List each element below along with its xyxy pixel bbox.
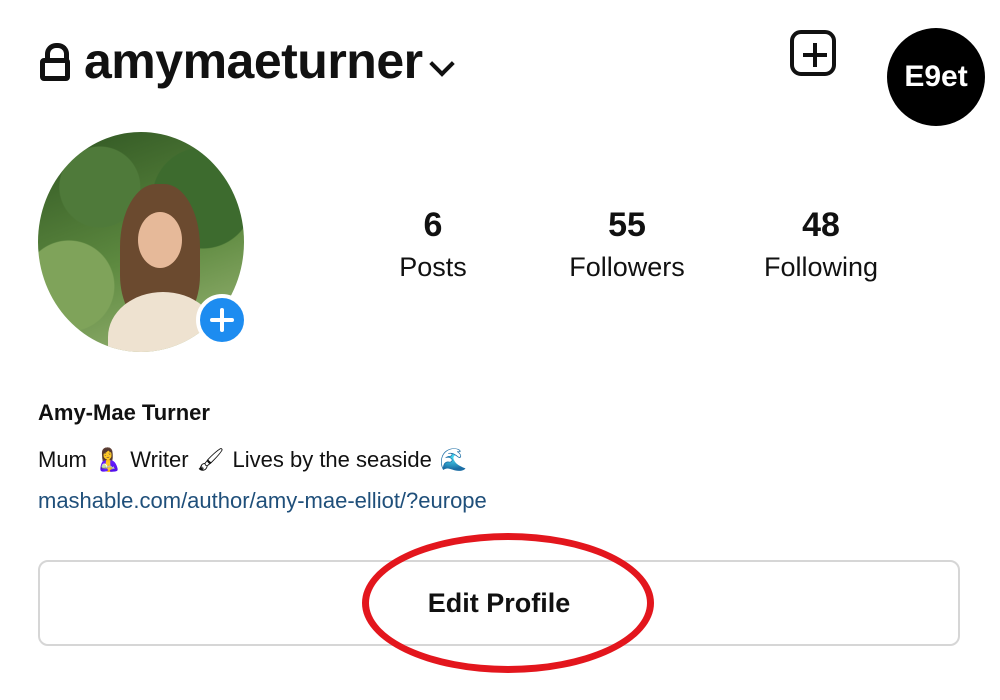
username: amymaeturner (84, 33, 423, 89)
mother-emoji-icon: 🤱 (94, 447, 123, 472)
bio-segment: Mum (38, 447, 87, 472)
followers-stat[interactable]: 55 Followers (542, 205, 712, 285)
brand-badge: E9et (887, 28, 985, 126)
wave-emoji-icon: 🌊 (439, 447, 468, 472)
bio-link[interactable]: mashable.com/author/amy-mae-elliot/?euro… (38, 488, 487, 514)
posts-stat[interactable]: 6 Posts (348, 205, 518, 285)
following-label: Following (763, 252, 879, 282)
followers-count: 55 (608, 206, 646, 244)
following-stat[interactable]: 48 Following (736, 205, 906, 285)
bio-segment: Lives by the seaside (232, 447, 432, 472)
account-switcher[interactable]: amymaeturner (40, 26, 455, 96)
following-count: 48 (802, 206, 840, 244)
lock-icon (40, 41, 70, 81)
highlight-circle-annotation (362, 533, 654, 673)
new-post-button[interactable] (790, 30, 836, 76)
bio-text: Mum 🤱 Writer 🖌 Lives by the seaside 🌊 (38, 447, 467, 473)
posts-count: 6 (423, 206, 443, 244)
followers-label: Followers (569, 252, 685, 282)
add-story-button[interactable] (196, 294, 248, 346)
bio-segment: Writer (130, 447, 189, 472)
full-name: Amy-Mae Turner (38, 400, 210, 425)
paintbrush-emoji-icon: 🖌 (196, 447, 225, 472)
posts-label: Posts (399, 252, 467, 282)
chevron-down-icon (428, 51, 455, 77)
